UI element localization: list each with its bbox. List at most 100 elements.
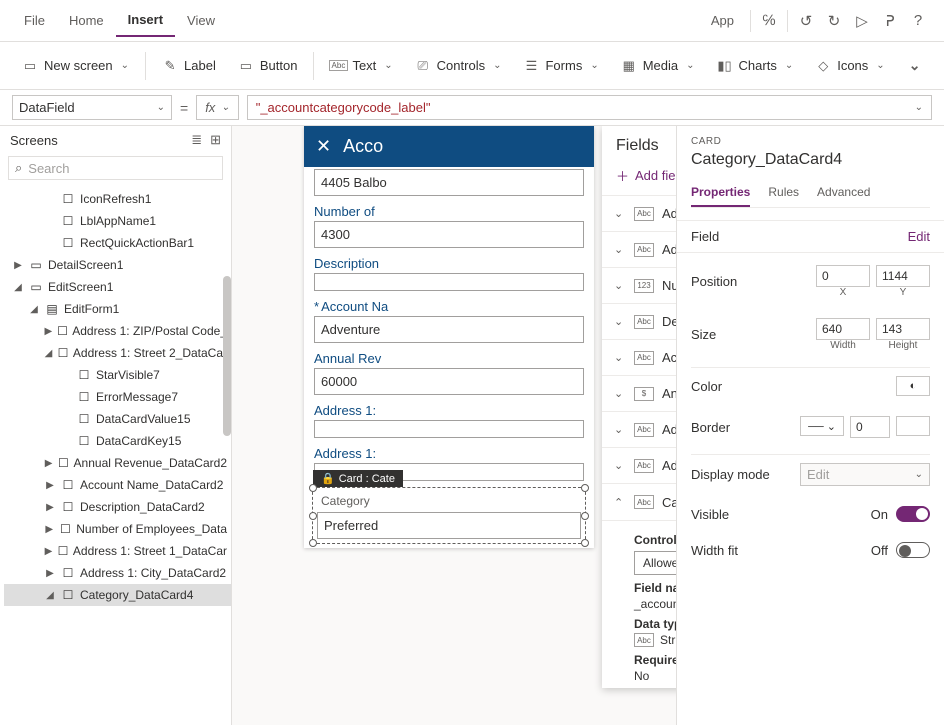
tree-item[interactable]: ▶☐Address 1: ZIP/Postal Code_ [4, 320, 231, 342]
tree-item[interactable]: ☐StarVisible7 [4, 364, 231, 386]
field-item[interactable]: ⌃AbcCategory⋯ [602, 484, 676, 521]
visible-toggle[interactable] [896, 506, 930, 522]
menu-view[interactable]: View [175, 5, 227, 36]
field-item[interactable]: ⌄123Number of Employees [602, 268, 676, 304]
redo-icon[interactable]: ↻ [820, 12, 848, 30]
pos-x-input[interactable]: 0 [816, 265, 870, 287]
field-item[interactable]: ⌄$Annual Revenue [602, 376, 676, 412]
form-field-input[interactable] [314, 273, 584, 291]
display-mode-select[interactable]: Edit⌄ [800, 463, 930, 486]
ribbon-button[interactable]: ▭Button [228, 52, 308, 80]
tree-item[interactable]: ▶☐Account Name_DataCard2 [4, 474, 231, 496]
tree-item[interactable]: ▶☐Address 1: City_DataCard2 [4, 562, 231, 584]
tree-item[interactable]: ▶☐Number of Employees_Data [4, 518, 231, 540]
form-field-input[interactable]: 4300 [314, 221, 584, 248]
undo-icon[interactable]: ↺ [792, 12, 820, 30]
property-selector[interactable]: DataField⌄ [12, 95, 172, 120]
tree-toggle-icon[interactable]: ▶ [44, 326, 53, 337]
input-field[interactable]: 4405 Balbo [314, 169, 584, 196]
ribbon-text[interactable]: AbcText⌄ [320, 52, 402, 80]
tree-list-icon[interactable]: ≣ [191, 132, 202, 148]
tab-advanced[interactable]: Advanced [817, 181, 870, 207]
tree-item[interactable]: ☐ErrorMessage7 [4, 386, 231, 408]
tree-toggle-icon[interactable]: ▶ [12, 260, 24, 271]
tree-item[interactable]: ▶▭DetailScreen1 [4, 254, 231, 276]
border-color[interactable] [896, 416, 930, 436]
tab-properties[interactable]: Properties [691, 181, 750, 207]
field-item[interactable]: ⌄AbcDescription [602, 304, 676, 340]
tree-toggle-icon[interactable]: ◢ [12, 282, 24, 293]
tree-item[interactable]: ▶☐Annual Revenue_DataCard2 [4, 452, 231, 474]
tree-item[interactable]: ◢☐Category_DataCard4 [4, 584, 231, 606]
height-input[interactable]: 143 [876, 318, 930, 340]
menu-home[interactable]: Home [57, 5, 116, 36]
border-width-input[interactable]: 0 [850, 416, 890, 438]
ribbon-media[interactable]: ▦Media⌄ [611, 52, 705, 80]
charts-icon: ▮▯ [717, 58, 733, 74]
tree-toggle-icon[interactable]: ▶ [44, 568, 56, 579]
ribbon-charts[interactable]: ▮▯Charts⌄ [707, 52, 804, 80]
tree-item[interactable]: ☐RectQuickActionBar1 [4, 232, 231, 254]
border-style[interactable]: ── ⌄ [800, 416, 844, 436]
play-icon[interactable]: ▷ [848, 12, 876, 30]
tree-search[interactable]: ⌕Search [8, 156, 223, 180]
tree-scrollbar[interactable] [223, 156, 231, 725]
field-item[interactable]: ⌄AbcAddress 1: ZIP/Postal Code [602, 448, 676, 484]
field-item[interactable]: ⌄AbcAddress 1: Street 1 [602, 232, 676, 268]
app-label[interactable]: App [699, 5, 746, 36]
tree-toggle-icon[interactable]: ▶ [44, 458, 53, 469]
menu-file[interactable]: File [12, 5, 57, 36]
pos-y-input[interactable]: 1144 [876, 265, 930, 287]
widthfit-toggle[interactable] [896, 542, 930, 558]
tree-toggle-icon[interactable]: ▶ [44, 480, 56, 491]
category-value[interactable]: Preferred [317, 512, 581, 539]
share-icon[interactable]: ᕈ [876, 12, 904, 30]
tree-item[interactable]: ☐LblAppName1 [4, 210, 231, 232]
width-input[interactable]: 640 [816, 318, 870, 340]
tree-item[interactable]: ☐IconRefresh1 [4, 188, 231, 210]
checker-icon[interactable]: ℅ [755, 12, 783, 29]
form-field-label: Number of [314, 204, 584, 219]
tree-toggle-icon[interactable]: ▶ [44, 502, 56, 513]
tree-toggle-icon[interactable]: ◢ [44, 590, 56, 601]
tree-item[interactable]: ▶☐Description_DataCard2 [4, 496, 231, 518]
tree-toggle-icon[interactable]: ◢ [28, 304, 40, 315]
ribbon-new-screen[interactable]: ▭New screen⌄ [12, 52, 139, 80]
control-icon: ☐ [57, 324, 69, 338]
form-field-label: *Account Na [314, 299, 584, 314]
form-field-input[interactable]: 60000 [314, 368, 584, 395]
edit-field-link[interactable]: Edit [908, 229, 930, 244]
tab-rules[interactable]: Rules [768, 181, 799, 207]
field-item[interactable]: ⌄AbcAddress 1: Street 2 [602, 412, 676, 448]
control-type-select[interactable]: Allowed Values⌄ [634, 551, 676, 575]
fx-label[interactable]: fx⌄ [196, 95, 239, 120]
tree-item[interactable]: ◢▭EditScreen1 [4, 276, 231, 298]
field-item[interactable]: ⌄AbcAddress 1: City [602, 196, 676, 232]
tree-item[interactable]: ◢▤EditForm1 [4, 298, 231, 320]
form-field-input[interactable]: Adventure [314, 316, 584, 343]
field-item[interactable]: ⌄AbcAccount Name [602, 340, 676, 376]
help-icon[interactable]: ? [904, 12, 932, 29]
selected-card[interactable]: 🔒Card : Cate Category Preferred [312, 487, 586, 544]
ribbon-icons[interactable]: ◇Icons⌄ [805, 52, 894, 80]
tree-toggle-icon[interactable]: ▶ [44, 524, 54, 535]
tree-item[interactable]: ▶☐Address 1: Street 1_DataCar [4, 540, 231, 562]
form-field-input[interactable] [314, 420, 584, 438]
menu-insert[interactable]: Insert [116, 4, 175, 37]
tree-toggle-icon[interactable]: ◢ [44, 348, 53, 359]
tree-item[interactable]: ☐DataCardKey15 [4, 430, 231, 452]
ribbon-label[interactable]: ✎Label [152, 52, 226, 80]
ribbon-forms[interactable]: ☰Forms⌄ [513, 52, 608, 80]
forms-icon: ☰ [523, 58, 539, 74]
formula-input[interactable]: "_accountcategorycode_label"⌄ [247, 95, 932, 120]
tree-toggle-icon[interactable]: ▶ [44, 546, 53, 557]
tree-thumbs-icon[interactable]: ⊞ [210, 132, 221, 148]
add-field-button[interactable]: ＋Add field [616, 166, 676, 185]
color-picker[interactable]: ◐ [896, 376, 930, 396]
ribbon-more[interactable]: ⌄ [897, 51, 931, 80]
ribbon-controls[interactable]: ⎚Controls⌄ [405, 52, 512, 80]
color-label: Color [691, 379, 722, 394]
tree-item[interactable]: ☐DataCardValue15 [4, 408, 231, 430]
tree-item[interactable]: ◢☐Address 1: Street 2_DataCar [4, 342, 231, 364]
close-icon[interactable]: ✕ [316, 136, 331, 157]
